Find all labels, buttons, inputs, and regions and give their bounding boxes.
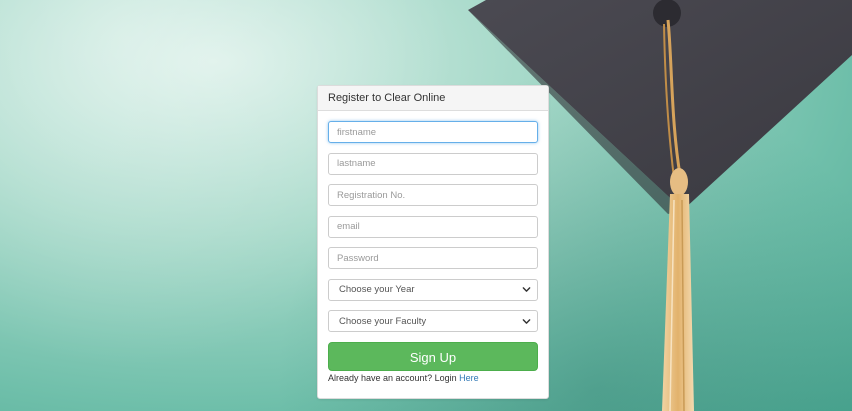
password-input[interactable] [328,247,538,269]
login-prompt: Already have an account? Login Here [328,373,538,383]
sign-up-button[interactable]: Sign Up [328,342,538,371]
chevron-down-icon [522,287,531,292]
login-here-link[interactable]: Here [459,373,479,383]
lastname-input[interactable] [328,152,538,175]
panel-heading: Register to Clear Online [318,86,548,111]
register-panel: Register to Clear Online Choose your Yea… [317,85,549,399]
faculty-select[interactable]: Choose your Faculty [328,310,538,332]
registration-input[interactable] [328,184,538,206]
year-select[interactable]: Choose your Year [328,278,538,301]
chevron-down-icon [522,318,531,324]
login-prompt-text: Already have an account? Login [328,373,457,383]
register-form: Choose your Year Choose your Faculty Sig… [318,111,548,383]
year-select-value: Choose your Year [339,284,415,295]
faculty-select-value: Choose your Faculty [339,315,427,327]
firstname-input[interactable] [328,121,538,143]
email-input[interactable] [328,215,538,238]
